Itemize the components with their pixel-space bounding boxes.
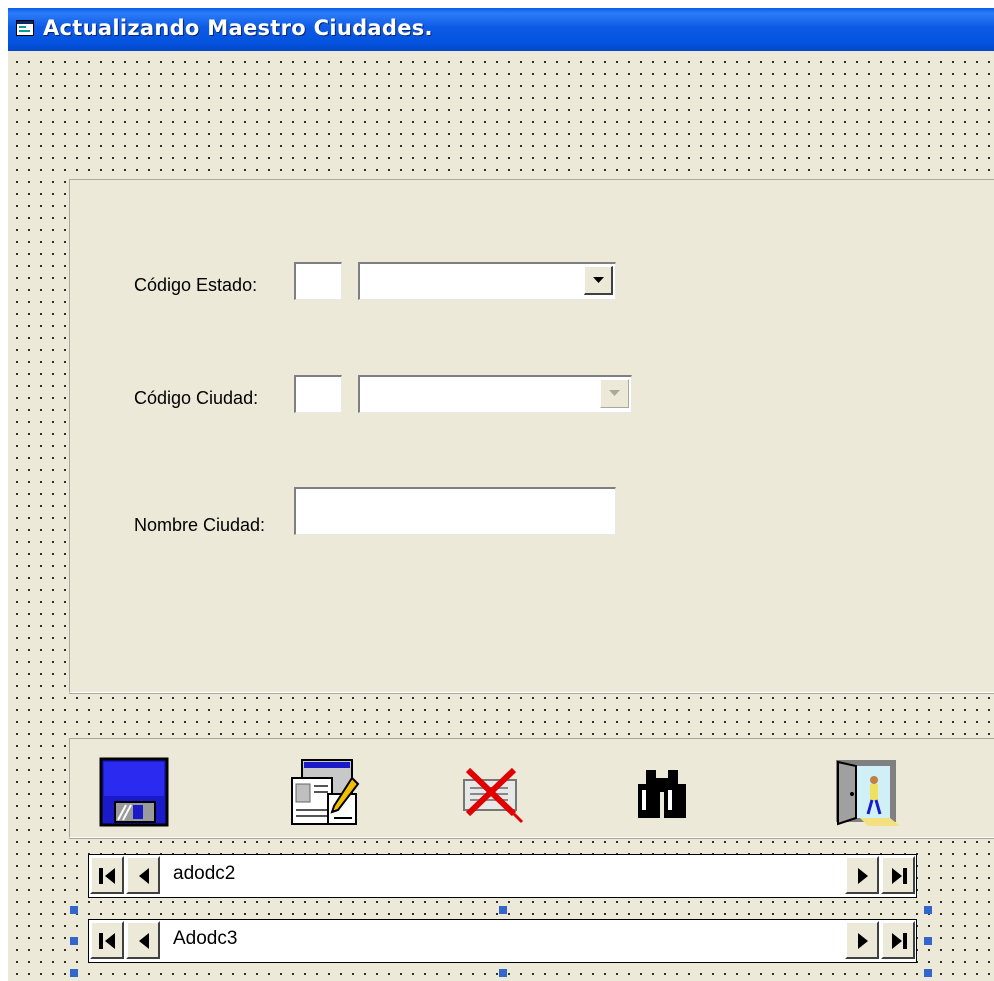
- selection-handle[interactable]: [70, 906, 78, 914]
- estado-dropdown-button[interactable]: [584, 266, 613, 295]
- selection-handle[interactable]: [499, 969, 507, 977]
- app-window: Actualizando Maestro Ciudades. Código Es…: [8, 8, 994, 981]
- adodc2-first-button[interactable]: [90, 856, 124, 894]
- codigo-estado-input[interactable]: [294, 262, 342, 300]
- edit-document-icon[interactable]: [288, 756, 360, 828]
- selection-handle[interactable]: [70, 937, 78, 945]
- fields-frame: [69, 179, 994, 693]
- previous-record-icon: [139, 868, 149, 884]
- last-record-icon: [892, 933, 907, 949]
- adodc3-data-control[interactable]: Adodc3: [88, 919, 917, 963]
- adodc2-previous-button[interactable]: [126, 856, 160, 894]
- nombre-ciudad-input[interactable]: [294, 487, 616, 535]
- codigo-ciudad-label: Código Ciudad:: [134, 388, 259, 408]
- floppy-disk-icon[interactable]: [98, 756, 170, 828]
- previous-record-icon: [139, 933, 149, 949]
- ciudad-dropdown-button[interactable]: [600, 379, 629, 408]
- adodc2-next-button[interactable]: [845, 856, 879, 894]
- adodc3-last-button[interactable]: [881, 921, 915, 959]
- form-icon: [16, 20, 34, 36]
- selection-handle[interactable]: [924, 937, 932, 945]
- first-record-icon: [99, 868, 115, 884]
- adodc2-caption: adodc2: [173, 863, 236, 884]
- adodc3-next-button[interactable]: [845, 921, 879, 959]
- next-record-icon: [858, 868, 868, 884]
- selection-handle[interactable]: [924, 906, 932, 914]
- delete-x-icon[interactable]: [456, 756, 528, 828]
- chevron-down-icon: [593, 277, 604, 283]
- ciudad-combobox[interactable]: [358, 375, 632, 413]
- codigo-ciudad-input[interactable]: [294, 375, 342, 413]
- chevron-down-icon: [609, 390, 620, 396]
- adodc3-previous-button[interactable]: [126, 921, 160, 959]
- selection-handle[interactable]: [499, 906, 507, 914]
- exit-door-icon[interactable]: [830, 756, 902, 828]
- form-design-surface: Código Estado: Código Ciudad: Nombre Ciu…: [8, 51, 994, 981]
- last-record-icon: [892, 868, 907, 884]
- adodc3-first-button[interactable]: [90, 921, 124, 959]
- window-title: Actualizando Maestro Ciudades.: [43, 16, 433, 40]
- selection-handle[interactable]: [70, 969, 78, 977]
- nombre-ciudad-label: Nombre Ciudad:: [134, 515, 266, 535]
- adodc2-data-control[interactable]: adodc2: [88, 854, 917, 898]
- title-bar[interactable]: Actualizando Maestro Ciudades.: [8, 8, 994, 51]
- adodc3-caption: Adodc3: [173, 928, 238, 949]
- first-record-icon: [99, 933, 115, 949]
- adodc2-last-button[interactable]: [881, 856, 915, 894]
- binoculars-icon[interactable]: [626, 756, 698, 828]
- selection-handle[interactable]: [924, 969, 932, 977]
- next-record-icon: [858, 933, 868, 949]
- codigo-estado-label: Código Estado:: [134, 275, 258, 295]
- estado-combobox[interactable]: [358, 262, 616, 300]
